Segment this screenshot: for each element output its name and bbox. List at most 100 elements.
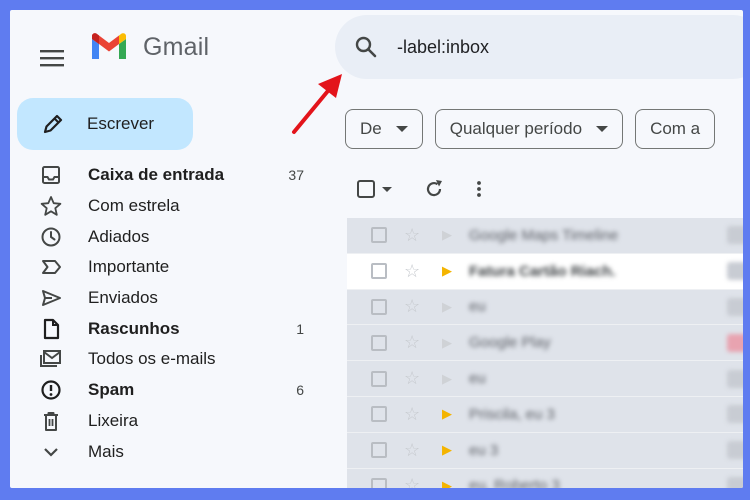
checkbox-icon	[357, 180, 375, 198]
send-icon	[40, 287, 62, 309]
chevron-down-icon	[40, 441, 62, 463]
filter-has-attachment-chip[interactable]: Com a	[635, 109, 716, 149]
message-list: ☆ ▶ Google Maps Timeline ☆ ▶ Fatura Cart…	[347, 218, 743, 488]
important-marker-icon[interactable]: ▶	[442, 371, 452, 387]
row-checkbox[interactable]	[371, 406, 387, 423]
clock-icon	[40, 226, 62, 248]
search-icon[interactable]	[353, 34, 379, 60]
more-vert-icon	[477, 181, 481, 197]
hamburger-menu-icon	[40, 50, 64, 67]
star-icon	[40, 195, 62, 217]
table-row[interactable]: ☆ ▶ Fatura Cartão Riach.	[347, 253, 743, 290]
message-snippet	[727, 441, 743, 460]
all-mail-icon	[40, 348, 62, 370]
refresh-icon	[426, 180, 442, 197]
table-row[interactable]: ☆ ▶ eu 3	[347, 432, 743, 469]
spam-count: 6	[296, 382, 304, 399]
compose-button[interactable]: Escrever	[17, 98, 193, 150]
caret-down-icon	[596, 126, 609, 132]
table-row[interactable]: ☆ ▶ eu, Roberto 3	[347, 468, 743, 488]
sidebar-item-label: Adiados	[88, 226, 150, 246]
message-snippet	[727, 405, 743, 424]
search-bar[interactable]	[335, 15, 743, 79]
inbox-icon	[40, 164, 62, 186]
file-icon	[40, 318, 62, 340]
main-menu-button[interactable]	[38, 44, 66, 72]
sidebar-item-label: Enviados	[88, 288, 158, 308]
caret-down-icon	[395, 126, 408, 132]
sidebar-item-label: Lixeira	[88, 410, 139, 430]
important-marker-icon[interactable]: ▶	[442, 335, 452, 351]
sidebar-item-important[interactable]: Importante	[10, 252, 320, 283]
sidebar-item-trash[interactable]: Lixeira	[10, 406, 320, 437]
star-icon[interactable]: ☆	[404, 368, 420, 389]
important-marker-icon[interactable]: ▶	[442, 406, 452, 422]
filter-from-chip[interactable]: De	[345, 109, 423, 149]
star-icon[interactable]: ☆	[404, 261, 420, 282]
message-snippet	[727, 262, 743, 281]
important-marker-icon[interactable]: ▶	[442, 263, 452, 279]
sidebar-item-starred[interactable]: Com estrela	[10, 191, 320, 222]
sidebar-item-sent[interactable]: Enviados	[10, 283, 320, 314]
trash-icon	[40, 410, 62, 432]
filter-any-time-chip[interactable]: Qualquer período	[434, 109, 624, 149]
caret-down-icon	[382, 187, 392, 192]
star-icon[interactable]: ☆	[404, 332, 420, 353]
sidebar-item-label: Rascunhos	[88, 318, 180, 338]
star-icon[interactable]: ☆	[404, 296, 420, 317]
table-row[interactable]: ☆ ▶ Google Play	[347, 325, 743, 362]
message-snippet	[727, 297, 743, 316]
sidebar-item-inbox[interactable]: Caixa de entrada 37	[10, 160, 320, 191]
sender-name: eu, Roberto 3	[469, 477, 560, 488]
annotation-arrow-icon	[292, 74, 342, 134]
important-marker-icon[interactable]: ▶	[442, 299, 452, 315]
star-icon[interactable]: ☆	[404, 440, 420, 461]
important-marker-icon[interactable]: ▶	[442, 478, 452, 488]
star-icon[interactable]: ☆	[404, 225, 420, 246]
row-checkbox[interactable]	[371, 370, 387, 387]
select-all-checkbox[interactable]	[355, 178, 377, 200]
table-row[interactable]: ☆ ▶ Google Maps Timeline	[347, 218, 743, 254]
row-checkbox[interactable]	[371, 334, 387, 351]
sidebar-item-spam[interactable]: Spam 6	[10, 375, 320, 406]
search-filter-chips: De Qualquer período Com a	[345, 109, 716, 149]
table-row[interactable]: ☆ ▶ eu	[347, 289, 743, 326]
important-marker-icon[interactable]: ▶	[442, 442, 452, 458]
select-menu-button[interactable]	[381, 184, 393, 194]
star-icon[interactable]: ☆	[404, 404, 420, 425]
message-snippet	[727, 476, 743, 488]
table-row[interactable]: ☆ ▶ eu	[347, 361, 743, 397]
message-snippet	[727, 226, 743, 245]
sidebar-nav: Caixa de entrada 37 Com estrela Adiados …	[10, 160, 320, 467]
sidebar-item-label: Com estrela	[88, 196, 180, 216]
search-input[interactable]	[397, 36, 717, 58]
chip-label: Com a	[650, 119, 701, 138]
more-actions-button[interactable]	[475, 178, 483, 200]
compose-label: Escrever	[87, 114, 155, 133]
sender-name: eu	[469, 370, 486, 388]
sidebar-item-snoozed[interactable]: Adiados	[10, 221, 320, 252]
sender-name: eu 3	[469, 441, 499, 459]
important-marker-icon[interactable]: ▶	[442, 227, 452, 243]
sender-name: Google Maps Timeline	[469, 226, 619, 244]
sidebar-item-all-mail[interactable]: Todos os e-mails	[10, 344, 320, 375]
row-checkbox[interactable]	[371, 263, 387, 280]
row-checkbox[interactable]	[371, 442, 387, 459]
refresh-button[interactable]	[423, 178, 445, 200]
important-icon	[40, 256, 62, 278]
star-icon[interactable]: ☆	[404, 475, 420, 488]
sender-name: Google Play	[469, 334, 551, 352]
chip-label: Qualquer período	[449, 119, 583, 138]
row-checkbox[interactable]	[371, 477, 387, 488]
row-checkbox[interactable]	[371, 227, 387, 244]
table-row[interactable]: ☆ ▶ Priscila, eu 3	[347, 396, 743, 433]
sender-name: Priscila, eu 3	[469, 405, 555, 423]
chip-label: De	[360, 119, 382, 138]
gmail-logo[interactable]: Gmail	[89, 32, 209, 62]
sidebar-item-label: Importante	[88, 257, 170, 277]
sender-name: eu	[469, 298, 486, 316]
sidebar-item-drafts[interactable]: Rascunhos 1	[10, 313, 320, 344]
sidebar-item-label: Mais	[88, 441, 124, 461]
row-checkbox[interactable]	[371, 298, 387, 315]
sidebar-item-more[interactable]: Mais	[10, 436, 320, 467]
